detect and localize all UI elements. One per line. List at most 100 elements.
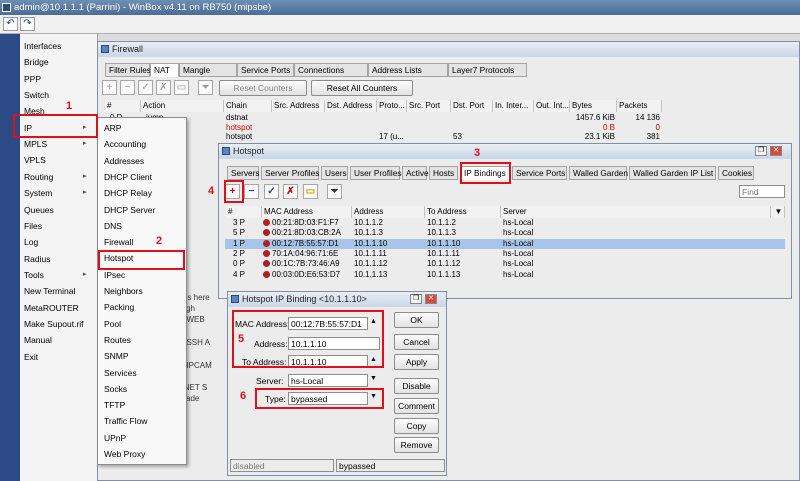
close-icon[interactable]: ✕	[770, 146, 782, 156]
sidebar-item-bridge[interactable]: Bridge	[24, 57, 49, 67]
filter-icon[interactable]: ⏷	[198, 80, 213, 95]
submenu-item-dhcp-relay[interactable]: DHCP Relay	[104, 188, 152, 198]
submenu-item-packing[interactable]: Packing	[104, 302, 134, 312]
tab-active[interactable]: Active	[402, 166, 429, 180]
tab-layer7-protocols[interactable]: Layer7 Protocols	[448, 63, 527, 77]
submenu-item-ipsec[interactable]: IPsec	[104, 270, 125, 280]
minus-icon[interactable]: −	[120, 80, 135, 95]
sidebar-item-make-supout-rif[interactable]: Make Supout.rif	[24, 319, 84, 329]
copy-button[interactable]: Copy	[394, 418, 439, 434]
column-header-out-int[interactable]: Out. Int...	[534, 100, 570, 112]
submenu-item-dhcp-client[interactable]: DHCP Client	[104, 172, 152, 182]
submenu-item-routes[interactable]: Routes	[104, 335, 131, 345]
sidebar-item-manual[interactable]: Manual	[24, 335, 52, 345]
submenu-item-dhcp-server[interactable]: DHCP Server	[104, 205, 155, 215]
column-header-address[interactable]: Address	[352, 206, 425, 218]
sidebar-item-radius[interactable]: Radius	[24, 254, 50, 264]
column-header-[interactable]: #	[226, 206, 262, 218]
plus-icon[interactable]: +	[102, 80, 117, 95]
cross-icon[interactable]: ✗	[156, 80, 171, 95]
sidebar-item-exit[interactable]: Exit	[24, 352, 38, 362]
column-header-[interactable]: #	[105, 100, 141, 112]
column-header-server[interactable]: Server	[501, 206, 771, 218]
tab-mangle[interactable]: Mangle	[179, 63, 237, 77]
enable-icon[interactable]: ✓	[264, 184, 279, 199]
submenu-item-arp[interactable]: ARP	[104, 123, 121, 133]
sidebar-item-mpls[interactable]: MPLS	[24, 139, 47, 149]
tab-service-ports[interactable]: Service Ports	[512, 166, 567, 180]
close-icon[interactable]: ✕	[425, 294, 437, 304]
sidebar-item-switch[interactable]: Switch	[24, 90, 49, 100]
submenu-item-traffic-flow[interactable]: Traffic Flow	[104, 416, 147, 426]
sidebar-item-system[interactable]: System	[24, 188, 52, 198]
column-header-bytes[interactable]: Bytes	[570, 100, 617, 112]
tab-hosts[interactable]: Hosts	[429, 166, 458, 180]
firewall-titlebar[interactable]: Firewall	[98, 42, 799, 57]
sidebar-item-metarouter[interactable]: MetaROUTER	[24, 303, 79, 313]
submenu-item-accounting[interactable]: Accounting	[104, 139, 146, 149]
tab-nat[interactable]: NAT	[150, 63, 179, 77]
reset-counters-button[interactable]: Reset Counters	[219, 80, 307, 96]
submenu-item-web-proxy[interactable]: Web Proxy	[104, 449, 145, 459]
tab-service-ports[interactable]: Service Ports	[237, 63, 294, 77]
comment-icon[interactable]: ▭	[174, 80, 189, 95]
column-header-proto[interactable]: Proto...	[377, 100, 407, 112]
tab-walled-garden-ip-list[interactable]: Walled Garden IP List	[629, 166, 716, 180]
sidebar-item-log[interactable]: Log	[24, 237, 38, 247]
submenu-item-socks[interactable]: Socks	[104, 384, 127, 394]
cancel-button[interactable]: Cancel	[394, 334, 439, 350]
reset-all-counters-button[interactable]: Reset All Counters	[311, 80, 413, 96]
comment-button[interactable]: Comment	[394, 398, 439, 414]
restore-icon[interactable]: ❐	[755, 146, 767, 156]
column-header-chain[interactable]: Chain	[224, 100, 272, 112]
submenu-item-dns[interactable]: DNS	[104, 221, 122, 231]
tab-server-profiles[interactable]: Server Profiles	[261, 166, 319, 180]
check-icon[interactable]: ✓	[138, 80, 153, 95]
sidebar-item-queues[interactable]: Queues	[24, 205, 54, 215]
column-header-packets[interactable]: Packets	[617, 100, 662, 112]
disable-button[interactable]: Disable	[394, 378, 439, 394]
submenu-item-tftp[interactable]: TFTP	[104, 400, 125, 410]
submenu-item-snmp[interactable]: SNMP	[104, 351, 129, 361]
disable-icon[interactable]: ✗	[283, 184, 298, 199]
column-chooser-icon[interactable]: ▼	[771, 206, 785, 218]
sidebar-item-interfaces[interactable]: Interfaces	[24, 41, 61, 51]
sidebar-item-new-terminal[interactable]: New Terminal	[24, 286, 75, 296]
hotspot-titlebar[interactable]: Hotspot	[219, 144, 791, 159]
submenu-item-services[interactable]: Services	[104, 368, 137, 378]
sidebar-item-files[interactable]: Files	[24, 221, 42, 231]
tab-connections[interactable]: Connections	[294, 63, 368, 77]
submenu-item-pool[interactable]: Pool	[104, 319, 121, 329]
server-select[interactable]: hs-Local	[288, 374, 368, 387]
column-header-dst-address[interactable]: Dst. Address	[325, 100, 377, 112]
ok-button[interactable]: OK	[394, 312, 439, 328]
tab-walled-garden[interactable]: Walled Garden	[569, 166, 628, 180]
redo-icon[interactable]: ↷	[20, 17, 35, 31]
sidebar-item-routing[interactable]: Routing	[24, 172, 53, 182]
sidebar-item-ppp[interactable]: PPP	[24, 74, 41, 84]
tab-servers[interactable]: Servers	[227, 166, 260, 180]
tab-users[interactable]: Users	[321, 166, 348, 180]
column-header-to-address[interactable]: To Address	[425, 206, 501, 218]
remove-button[interactable]: Remove	[394, 437, 439, 453]
tab-user-profiles[interactable]: User Profiles	[350, 166, 402, 180]
sidebar-item-vpls[interactable]: VPLS	[24, 155, 46, 165]
column-header-src-address[interactable]: Src. Address	[272, 100, 325, 112]
column-header-action[interactable]: Action	[141, 100, 224, 112]
column-header-in-inter[interactable]: In. Inter...	[493, 100, 534, 112]
undo-icon[interactable]: ↶	[3, 17, 18, 31]
restore-icon[interactable]: ❐	[410, 294, 422, 304]
submenu-item-firewall[interactable]: Firewall	[104, 237, 133, 247]
comment-icon[interactable]: ▭	[303, 184, 318, 199]
column-header-dst-port[interactable]: Dst. Port	[451, 100, 493, 112]
tab-address-lists[interactable]: Address Lists	[368, 63, 448, 77]
tab-filter-rules[interactable]: Filter Rules	[105, 63, 151, 77]
submenu-item-neighbors[interactable]: Neighbors	[104, 286, 143, 296]
find-input[interactable]	[739, 185, 785, 198]
submenu-item-upnp[interactable]: UPnP	[104, 433, 126, 443]
remove-icon[interactable]: −	[244, 184, 259, 199]
server-dropdown-icon[interactable]: ▼	[370, 375, 377, 382]
apply-button[interactable]: Apply	[394, 354, 439, 370]
submenu-item-addresses[interactable]: Addresses	[104, 156, 144, 166]
filter-icon[interactable]: ⏷	[327, 184, 342, 199]
